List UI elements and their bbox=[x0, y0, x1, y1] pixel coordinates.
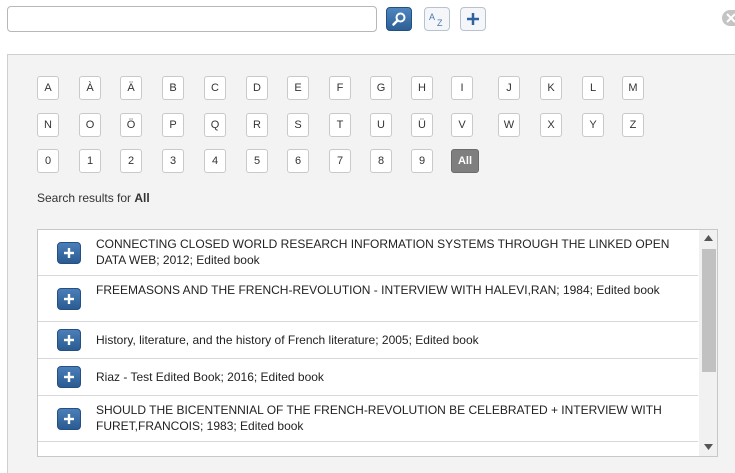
sort-button[interactable]: A Z bbox=[424, 7, 450, 31]
list-item-text: History, literature, and the history of … bbox=[96, 333, 479, 347]
search-button[interactable] bbox=[386, 7, 412, 31]
results-scrollbar[interactable] bbox=[699, 230, 717, 456]
magnifier-icon bbox=[392, 12, 406, 26]
letter-button[interactable]: O bbox=[79, 113, 101, 137]
add-item-button[interactable] bbox=[57, 408, 81, 430]
toolbar: A Z bbox=[0, 0, 735, 40]
letter-button[interactable]: X bbox=[540, 113, 562, 137]
results-list-box: CONNECTING CLOSED WORLD RESEARCH INFORMA… bbox=[37, 229, 718, 457]
letter-button[interactable]: C bbox=[204, 76, 226, 100]
close-icon bbox=[726, 13, 735, 23]
letter-button[interactable]: F bbox=[329, 76, 351, 100]
letter-button[interactable]: L bbox=[582, 76, 604, 100]
letter-button[interactable]: Ö bbox=[120, 113, 142, 137]
letter-button[interactable]: J bbox=[498, 76, 520, 100]
arrow-down-icon bbox=[704, 444, 713, 450]
result-list: CONNECTING CLOSED WORLD RESEARCH INFORMA… bbox=[38, 230, 698, 456]
results-heading-prefix: Search results for bbox=[37, 191, 132, 205]
list-item[interactable] bbox=[38, 442, 698, 456]
add-item-button[interactable] bbox=[57, 242, 81, 264]
letter-button[interactable]: G bbox=[370, 76, 392, 100]
letter-button[interactable]: W bbox=[498, 113, 520, 137]
add-item-button[interactable] bbox=[57, 329, 81, 351]
list-item-text: FREEMASONS AND THE FRENCH-REVOLUTION - I… bbox=[96, 283, 660, 297]
search-input[interactable] bbox=[7, 6, 377, 32]
digit-button[interactable]: 4 bbox=[204, 149, 226, 173]
add-item-button[interactable] bbox=[57, 288, 81, 310]
digit-button[interactable]: 8 bbox=[370, 149, 392, 173]
sort-icon-letter-z: Z bbox=[437, 18, 443, 27]
digit-button[interactable]: 1 bbox=[79, 149, 101, 173]
letter-button[interactable]: B bbox=[162, 76, 184, 100]
close-button[interactable] bbox=[722, 10, 735, 26]
digit-button[interactable]: 5 bbox=[246, 149, 268, 173]
letter-button[interactable]: U bbox=[370, 113, 392, 137]
results-heading-term: All bbox=[134, 191, 150, 205]
letter-button[interactable]: N bbox=[37, 113, 59, 137]
letter-button[interactable]: S bbox=[287, 113, 309, 137]
letter-button[interactable]: V bbox=[451, 113, 473, 137]
list-item-text: Riaz - Test Edited Book; 2016; Edited bo… bbox=[96, 370, 324, 384]
list-item[interactable]: FREEMASONS AND THE FRENCH-REVOLUTION - I… bbox=[38, 276, 698, 322]
letter-button[interactable]: Z bbox=[622, 113, 644, 137]
add-button[interactable] bbox=[460, 7, 486, 31]
letter-button[interactable]: P bbox=[162, 113, 184, 137]
sort-icon-letter-a: A bbox=[429, 12, 435, 22]
letter-button[interactable]: Q bbox=[204, 113, 226, 137]
plus-icon bbox=[64, 248, 74, 258]
letter-button[interactable]: À bbox=[79, 76, 101, 100]
digit-button[interactable]: 0 bbox=[37, 149, 59, 173]
list-item-text: CONNECTING CLOSED WORLD RESEARCH INFORMA… bbox=[96, 237, 670, 267]
plus-icon bbox=[64, 335, 74, 345]
letter-button[interactable]: Ü bbox=[411, 113, 433, 137]
add-item-button[interactable] bbox=[57, 366, 81, 388]
list-item[interactable]: CONNECTING CLOSED WORLD RESEARCH INFORMA… bbox=[38, 230, 698, 276]
scroll-up-button[interactable] bbox=[699, 230, 717, 247]
all-button[interactable]: All bbox=[451, 149, 479, 173]
letter-button[interactable]: M bbox=[622, 76, 644, 100]
letter-button[interactable]: H bbox=[411, 76, 433, 100]
digit-button[interactable]: 7 bbox=[329, 149, 351, 173]
letter-button[interactable]: E bbox=[287, 76, 309, 100]
letter-button[interactable]: A bbox=[37, 76, 59, 100]
list-item-text: SHOULD THE BICENTENNIAL OF THE FRENCH-RE… bbox=[96, 403, 662, 433]
plus-icon bbox=[64, 414, 74, 424]
plus-icon bbox=[467, 13, 479, 25]
arrow-up-icon bbox=[704, 235, 713, 241]
list-item[interactable]: SHOULD THE BICENTENNIAL OF THE FRENCH-RE… bbox=[38, 396, 698, 442]
plus-icon bbox=[64, 294, 74, 304]
letter-button[interactable]: D bbox=[246, 76, 268, 100]
digit-button[interactable]: 9 bbox=[411, 149, 433, 173]
scroll-thumb[interactable] bbox=[702, 249, 716, 372]
plus-icon bbox=[64, 372, 74, 382]
letter-button[interactable]: R bbox=[246, 113, 268, 137]
results-heading: Search results for All bbox=[37, 191, 150, 205]
letter-button[interactable]: Y bbox=[582, 113, 604, 137]
digit-button[interactable]: 2 bbox=[120, 149, 142, 173]
letter-button[interactable]: I bbox=[451, 76, 473, 100]
letter-button[interactable]: T bbox=[329, 113, 351, 137]
scroll-down-button[interactable] bbox=[699, 439, 717, 456]
digit-button[interactable]: 6 bbox=[287, 149, 309, 173]
letter-button[interactable]: Ä bbox=[120, 76, 142, 100]
list-item[interactable]: Riaz - Test Edited Book; 2016; Edited bo… bbox=[38, 359, 698, 396]
digit-button[interactable]: 3 bbox=[162, 149, 184, 173]
list-item[interactable]: History, literature, and the history of … bbox=[38, 322, 698, 359]
browse-panel: A À Ä B C D E F G H I J K L M N O Ö P Q … bbox=[7, 54, 735, 473]
sort-az-icon: A Z bbox=[429, 12, 443, 27]
letter-button[interactable]: K bbox=[540, 76, 562, 100]
